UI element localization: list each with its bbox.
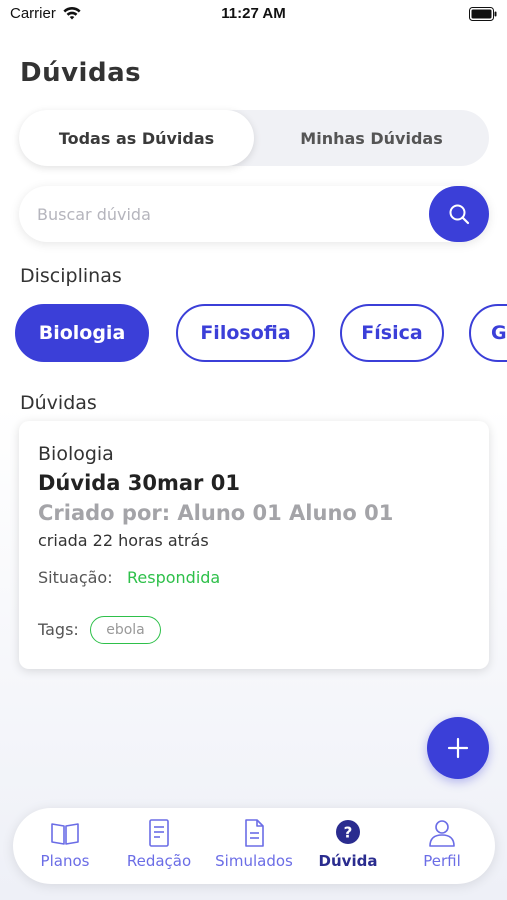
chip-filosofia[interactable]: Filosofia	[176, 304, 315, 362]
tab-simulados-label: Simulados	[215, 852, 293, 870]
tab-all-questions[interactable]: Todas as Dúvidas	[19, 110, 254, 166]
search-button[interactable]	[429, 186, 489, 242]
page-title: Dúvidas	[20, 58, 142, 88]
tab-redacao[interactable]: Redação	[111, 818, 207, 878]
book-icon	[51, 823, 79, 845]
questions-label: Dúvidas	[20, 392, 97, 414]
tab-duvida-label: Dúvida	[318, 852, 378, 870]
search-icon	[449, 204, 470, 225]
discipline-chips: Biologia Filosofia Física G	[15, 304, 507, 364]
status-label: Situação:	[38, 568, 113, 587]
question-time: criada 22 horas atrás	[38, 531, 209, 550]
question-card[interactable]: Biologia Dúvida 30mar 01 Criado por: Alu…	[19, 421, 489, 669]
question-title: Dúvida 30mar 01	[38, 471, 240, 495]
user-icon	[429, 820, 455, 847]
tag-chip: ebola	[90, 616, 161, 644]
bottom-tab-bar: Planos Redação Simulados ? Dúvida Perfil	[13, 808, 495, 884]
tab-my-questions[interactable]: Minhas Dúvidas	[254, 110, 489, 166]
battery-icon	[469, 7, 497, 21]
segmented-control: Todas as Dúvidas Minhas Dúvidas	[19, 110, 489, 166]
status-value: Respondida	[127, 568, 221, 587]
tab-perfil[interactable]: Perfil	[394, 818, 490, 878]
question-circle-icon: ?	[336, 820, 360, 844]
search-input[interactable]	[37, 186, 417, 242]
tab-planos-label: Planos	[40, 852, 90, 870]
chip-fisica[interactable]: Física	[340, 304, 444, 362]
status-bar: Carrier 11:27 AM	[0, 0, 507, 30]
svg-text:?: ?	[344, 824, 353, 842]
question-author: Criado por: Aluno 01 Aluno 01	[38, 501, 394, 525]
disciplines-label: Disciplinas	[20, 265, 122, 287]
document-icon	[149, 819, 169, 847]
search-box	[19, 186, 489, 242]
status-time: 11:27 AM	[221, 5, 286, 22]
tab-simulados[interactable]: Simulados	[206, 818, 302, 878]
question-subject: Biologia	[38, 443, 114, 465]
chip-partial[interactable]: G	[469, 304, 507, 362]
tab-redacao-label: Redação	[126, 852, 192, 870]
tab-planos[interactable]: Planos	[17, 818, 113, 878]
tags-label: Tags:	[38, 620, 79, 639]
chip-biologia[interactable]: Biologia	[15, 304, 149, 362]
plus-icon	[447, 737, 469, 759]
file-text-icon	[245, 819, 264, 847]
add-question-button[interactable]	[427, 717, 489, 779]
tab-perfil-label: Perfil	[423, 852, 461, 870]
tab-duvida[interactable]: ? Dúvida	[300, 818, 396, 878]
